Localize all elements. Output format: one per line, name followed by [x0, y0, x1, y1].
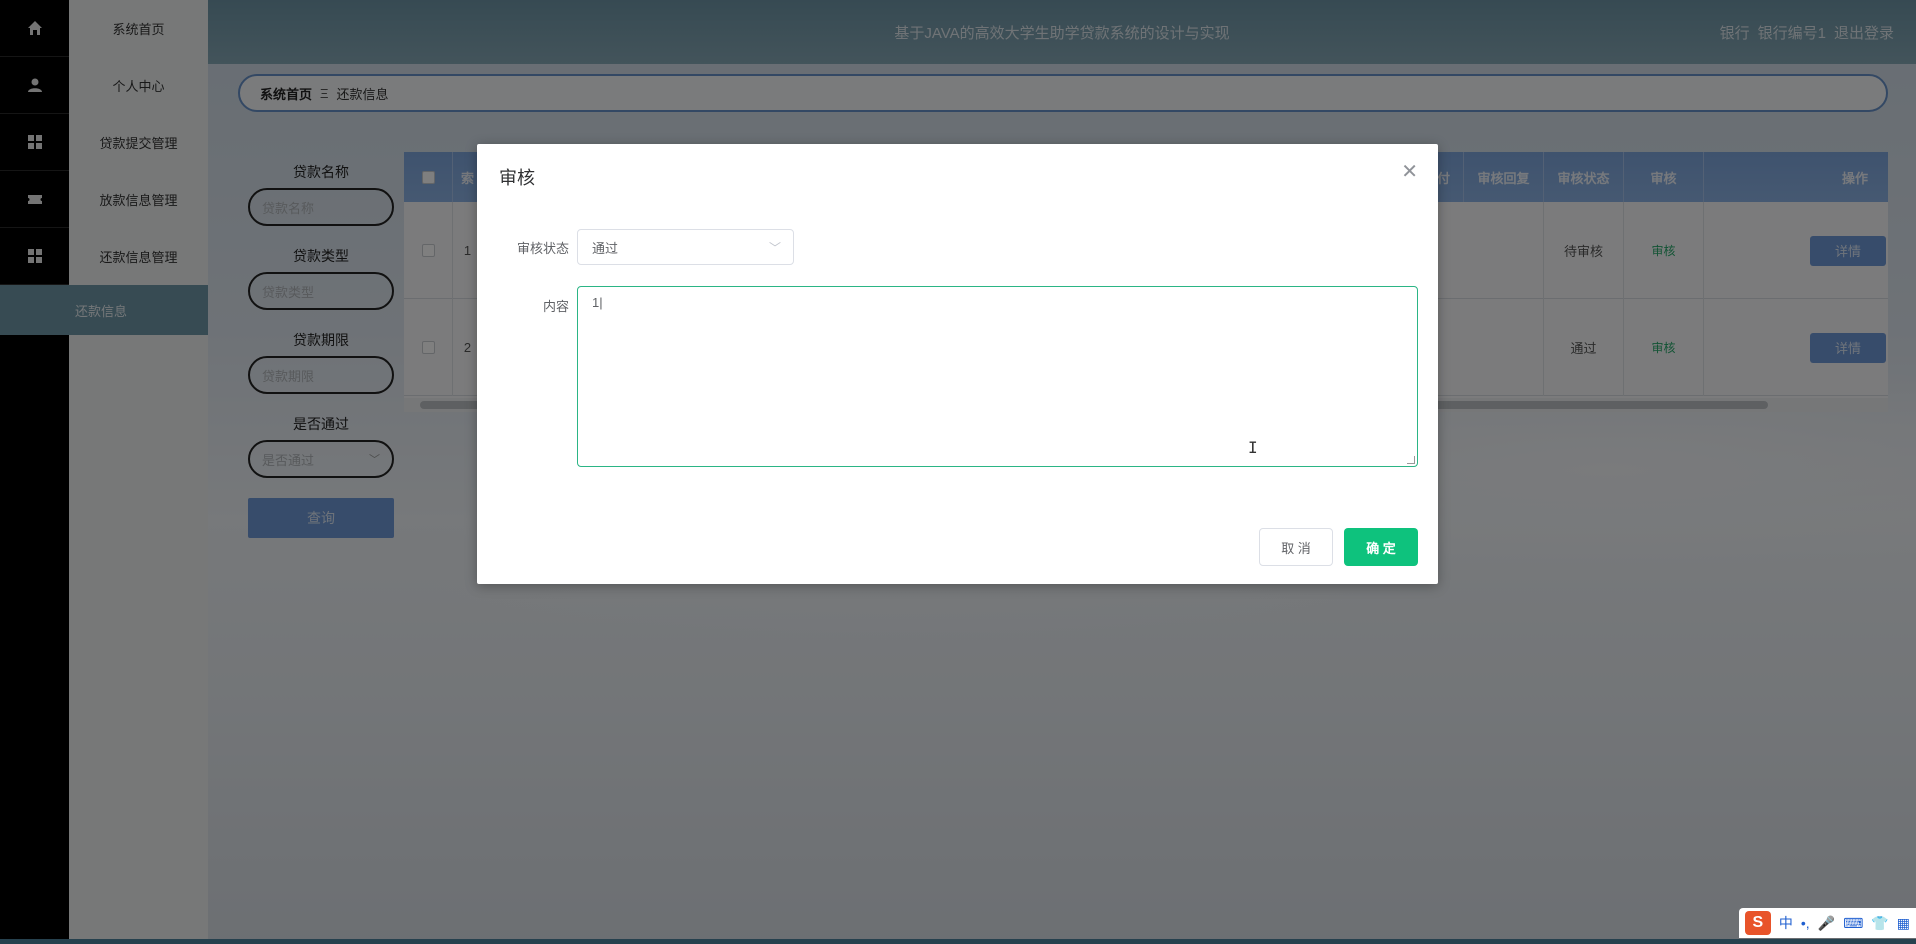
resize-handle-icon[interactable]	[1407, 456, 1415, 464]
keyboard-icon[interactable]: ⌨	[1843, 915, 1863, 932]
status-label: 审核状态	[516, 241, 569, 256]
taskbar-strip	[0, 939, 1916, 944]
ime-toolbar: S 中 •, 🎤 ⌨ 👕 ▦	[1738, 908, 1916, 938]
audit-status-select[interactable]: 通过 ﹀	[577, 229, 794, 265]
cancel-button[interactable]: 取 消	[1259, 528, 1333, 566]
microphone-icon[interactable]: 🎤	[1818, 915, 1835, 932]
apps-grid-icon[interactable]: ▦	[1897, 915, 1910, 932]
ime-logo-icon[interactable]: S	[1744, 911, 1771, 935]
ime-punctuation-toggle[interactable]: •,	[1801, 915, 1810, 931]
ime-language-toggle[interactable]: 中	[1779, 913, 1793, 933]
close-icon[interactable]: ✕	[1401, 162, 1418, 182]
skin-icon[interactable]: 👕	[1871, 915, 1888, 932]
text-caret: |	[599, 295, 603, 310]
content-label: 内容	[542, 299, 569, 314]
content-textarea[interactable]: 1|	[577, 286, 1418, 467]
text-cursor-icon: I	[1248, 438, 1258, 457]
audit-dialog: 审核 ✕ 审核状态 通过 ﹀ 内容 1| 取 消 确 定	[477, 144, 1438, 584]
dialog-title: 审核	[499, 168, 535, 188]
confirm-button[interactable]: 确 定	[1344, 528, 1418, 566]
audit-status-value: 通过	[592, 240, 619, 256]
chevron-down-icon: ﹀	[768, 241, 781, 255]
